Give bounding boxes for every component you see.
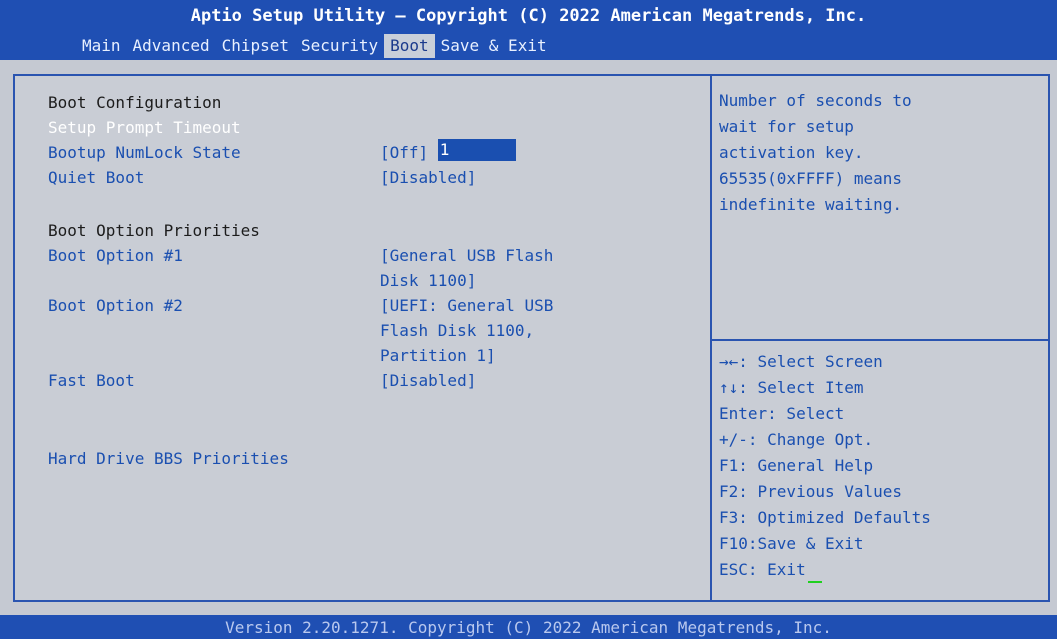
version-text: Version 2.20.1271. Copyright (C) 2022 Am… xyxy=(225,618,832,637)
bootup-numlock-label[interactable]: Bootup NumLock State xyxy=(48,142,241,164)
key-esc: ESC: Exit xyxy=(719,560,806,579)
fast-boot-label[interactable]: Fast Boot xyxy=(48,370,135,392)
tab-save-exit[interactable]: Save & Exit xyxy=(435,34,553,58)
key-f10: F10:Save & Exit xyxy=(719,534,864,553)
boot-option-1-value-line2[interactable]: Disk 1100] xyxy=(380,270,476,292)
boot-option-2-value-line1[interactable]: [UEFI: General USB xyxy=(380,295,553,317)
boot-option-1-value-line1[interactable]: [General USB Flash xyxy=(380,245,553,267)
key-select-item: ↑↓: Select Item xyxy=(719,378,864,397)
key-select-screen: →←: Select Screen xyxy=(719,352,883,371)
help-line-3: activation key. xyxy=(719,143,864,162)
key-esc-row: ESC: Exit xyxy=(719,557,822,583)
text-cursor xyxy=(807,581,822,583)
key-f3: F3: Optimized Defaults xyxy=(719,508,931,527)
main-panel: Boot Configuration Setup Prompt Timeout … xyxy=(13,74,1050,602)
key-f2: F2: Previous Values xyxy=(719,482,903,501)
boot-option-2-label[interactable]: Boot Option #2 xyxy=(48,295,183,317)
tab-security[interactable]: Security xyxy=(295,34,384,58)
quiet-boot-value[interactable]: [Disabled] xyxy=(380,167,476,189)
footer-bar: Version 2.20.1271. Copyright (C) 2022 Am… xyxy=(0,615,1057,639)
hard-drive-bbs-priorities-link[interactable]: Hard Drive BBS Priorities xyxy=(48,448,289,470)
tab-bar: Main Advanced Chipset Security Boot Save… xyxy=(76,34,553,58)
bootup-numlock-value[interactable]: [Off] xyxy=(380,142,428,164)
help-line-1: Number of seconds to xyxy=(719,91,912,110)
boot-option-2-value-line2[interactable]: Flash Disk 1100, xyxy=(380,320,534,342)
help-line-2: wait for setup xyxy=(719,117,854,136)
tab-advanced[interactable]: Advanced xyxy=(127,34,216,58)
section-boot-option-priorities: Boot Option Priorities xyxy=(48,221,260,240)
key-change-opt: +/-: Change Opt. xyxy=(719,430,874,449)
help-line-5: indefinite waiting. xyxy=(719,195,903,214)
key-f1: F1: General Help xyxy=(719,456,874,475)
quiet-boot-label[interactable]: Quiet Boot xyxy=(48,167,144,189)
setup-prompt-timeout-label[interactable]: Setup Prompt Timeout xyxy=(48,117,241,139)
boot-option-2-value-line3[interactable]: Partition 1] xyxy=(380,345,496,367)
help-divider-horizontal xyxy=(712,339,1048,341)
section-boot-configuration: Boot Configuration xyxy=(48,93,222,112)
content-frame: Boot Configuration Setup Prompt Timeout … xyxy=(0,60,1057,615)
help-line-4: 65535(0xFFFF) means xyxy=(719,169,903,188)
tab-main[interactable]: Main xyxy=(76,34,127,58)
boot-option-1-label[interactable]: Boot Option #1 xyxy=(48,245,183,267)
tab-boot[interactable]: Boot xyxy=(384,34,435,58)
setup-prompt-timeout-value[interactable]: 1 xyxy=(437,139,516,161)
key-enter: Enter: Select xyxy=(719,404,845,423)
fast-boot-value[interactable]: [Disabled] xyxy=(380,370,476,392)
panel-divider-vertical xyxy=(710,76,712,600)
title-bar: Aptio Setup Utility – Copyright (C) 2022… xyxy=(0,0,1057,60)
app-title: Aptio Setup Utility – Copyright (C) 2022… xyxy=(190,6,867,26)
tab-chipset[interactable]: Chipset xyxy=(216,34,295,58)
